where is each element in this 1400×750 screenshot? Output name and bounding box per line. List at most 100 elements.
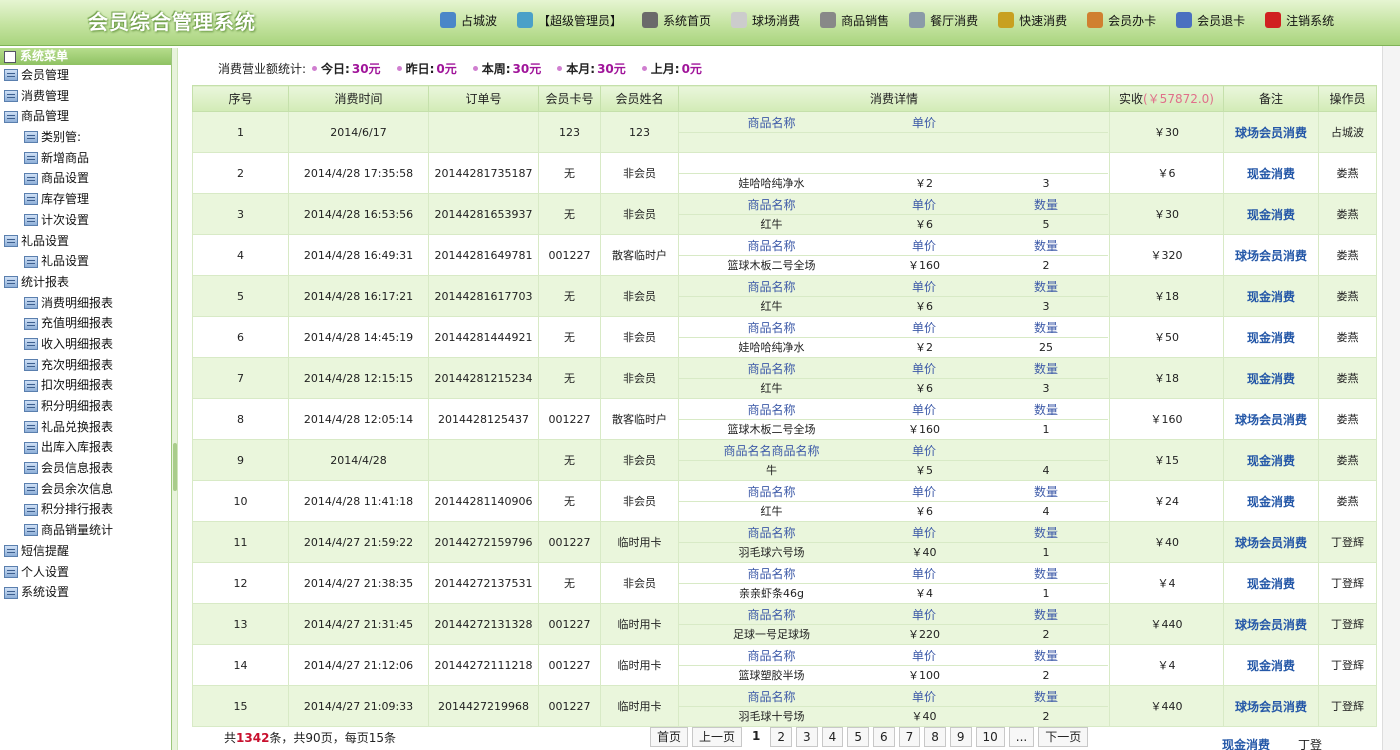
sidebar-item-4[interactable]: 新增商品 (0, 148, 171, 169)
cell-name: 非会员 (600, 357, 679, 399)
page-button[interactable]: 8 (924, 727, 946, 747)
page-button[interactable]: 首页 (650, 727, 689, 747)
nav-item-3[interactable]: 球场消费 (731, 12, 800, 29)
page-button[interactable]: 7 (898, 727, 921, 747)
cell-text: 20144272111218 (434, 658, 533, 672)
nav-item-0[interactable]: 占城波 (440, 12, 497, 29)
nav-item-4[interactable]: 商品销售 (820, 12, 889, 29)
cell-remark: 现金消费 (1223, 275, 1319, 317)
remark-link[interactable]: 现金消费 (1247, 577, 1295, 591)
page-button[interactable]: 4 (821, 727, 844, 747)
sidebar-item-7[interactable]: 计次设置 (0, 210, 171, 231)
sidebar-item-label: 计次设置 (41, 212, 90, 227)
remark-link[interactable]: 球场会员消费 (1235, 413, 1307, 427)
sidebar-splitter[interactable] (172, 48, 178, 750)
nav-item-1[interactable]: 【超级管理员】 (517, 12, 622, 29)
page-button[interactable]: 9 (949, 727, 972, 747)
sidebar-item-21[interactable]: 积分排行报表 (0, 499, 171, 520)
cell-operator: 娄燕 (1318, 398, 1377, 440)
nav-item-5[interactable]: 餐厅消费 (909, 12, 978, 29)
page-button[interactable]: 3 (796, 727, 818, 747)
cell-text: 9 (237, 453, 244, 467)
remark-link[interactable]: 现金消费 (1247, 454, 1295, 468)
sidebar-item-19[interactable]: 会员信息报表 (0, 458, 171, 479)
cell-text: 123 (559, 125, 580, 139)
cell-name: 非会员 (600, 193, 679, 235)
detail-header: 数量 (1033, 648, 1058, 663)
cell-text: 娄燕 (1336, 290, 1359, 303)
remark-link[interactable]: 球场会员消费 (1235, 700, 1307, 714)
sidebar-item-17[interactable]: 礼品兑换报表 (0, 417, 171, 438)
remark-link[interactable]: 球场会员消费 (1235, 249, 1307, 263)
cell-text: 2014/4/28 16:53:56 (303, 207, 414, 221)
page-button[interactable]: 2 (770, 727, 793, 747)
sidebar-item-9[interactable]: 礼品设置 (0, 251, 171, 272)
cell-text: 娄燕 (1336, 167, 1359, 180)
cell-text: 20144281735187 (434, 166, 533, 180)
sidebar-item-13[interactable]: 收入明细报表 (0, 334, 171, 355)
sidebar-item-18[interactable]: 出库入库报表 (0, 437, 171, 458)
folder-icon (24, 400, 38, 413)
sidebar-item-14[interactable]: 充次明细报表 (0, 355, 171, 376)
remark-link[interactable]: 现金消费 (1247, 495, 1295, 509)
sidebar-item-5[interactable]: 商品设置 (0, 168, 171, 189)
cell-text: 2014/4/27 21:31:45 (303, 617, 414, 631)
remark-link[interactable]: 球场会员消费 (1235, 536, 1307, 550)
cell-card: 无 (538, 275, 601, 317)
sidebar-item-24[interactable]: 个人设置 (0, 562, 171, 583)
remark-link[interactable]: 现金消费 (1247, 331, 1295, 345)
sidebar-item-22[interactable]: 商品销量统计 (0, 520, 171, 541)
cell-card: 无 (538, 152, 601, 194)
sidebar-item-12[interactable]: 充值明细报表 (0, 313, 171, 334)
sidebar-item-16[interactable]: 积分明细报表 (0, 396, 171, 417)
sidebar-item-25[interactable]: 系统设置 (0, 582, 171, 603)
page-button[interactable]: 6 (872, 727, 895, 747)
sidebar-item-0[interactable]: 会员管理 (0, 65, 171, 86)
sidebar-item-label: 会员信息报表 (41, 461, 114, 476)
sidebar-item-8[interactable]: 礼品设置 (0, 231, 171, 252)
cell-name: 临时用卡 (600, 644, 679, 686)
cell-remark: 现金消费 (1223, 316, 1319, 358)
remark-link[interactable]: 球场会员消费 (1235, 618, 1307, 632)
detail-header: 单价 (911, 402, 936, 417)
cell-text: 8 (237, 412, 244, 426)
remark-link[interactable]: 现金消费 (1247, 208, 1295, 222)
sidebar-item-11[interactable]: 消费明细报表 (0, 293, 171, 314)
splitter-handle[interactable] (173, 443, 177, 491)
sidebar-item-20[interactable]: 会员余次信息 (0, 479, 171, 500)
sidebar-item-3[interactable]: 类别管: (0, 127, 171, 148)
cell-time: 2014/4/28 16:17:21 (288, 275, 429, 317)
page-button[interactable]: 10 (975, 727, 1005, 747)
sidebar-item-10[interactable]: 统计报表 (0, 272, 171, 293)
nav-item-2[interactable]: 系统首页 (642, 12, 711, 29)
cell-text: 非会员 (623, 372, 656, 385)
nav-item-7[interactable]: 会员办卡 (1087, 12, 1156, 29)
sidebar-item-6[interactable]: 库存管理 (0, 189, 171, 210)
page-button[interactable]: 1 (746, 727, 766, 747)
nav-item-8[interactable]: 会员退卡 (1176, 12, 1245, 29)
nav-item-9[interactable]: 注销系统 (1265, 12, 1334, 29)
cell-text: 临时用卡 (617, 659, 662, 672)
overflow-remark[interactable]: 现金消费 (1222, 736, 1270, 750)
remark-link[interactable]: 现金消费 (1247, 659, 1295, 673)
cell-text: 123 (629, 125, 650, 139)
remark-link[interactable]: 球场会员消费 (1235, 126, 1307, 140)
sidebar-item-2[interactable]: 商品管理 (0, 106, 171, 127)
folder-icon (24, 152, 38, 165)
nav-item-6[interactable]: 快速消费 (998, 12, 1067, 29)
remark-link[interactable]: 现金消费 (1247, 167, 1295, 181)
remark-link[interactable]: 现金消费 (1247, 372, 1295, 386)
sidebar-item-15[interactable]: 扣次明细报表 (0, 375, 171, 396)
table-row: 5 2014/4/28 16:17:21 20144281617703 无 非会员 商品名… (192, 275, 1377, 317)
sidebar-item-23[interactable]: 短信提醒 (0, 541, 171, 562)
sidebar-item-1[interactable]: 消费管理 (0, 86, 171, 107)
page-button[interactable]: 5 (847, 727, 869, 747)
cell-operator: 丁登辉 (1318, 685, 1377, 727)
header-label: 操作员 (1329, 92, 1366, 106)
page-scrollbar[interactable] (1382, 46, 1400, 750)
cell-operator: 丁登辉 (1318, 521, 1377, 563)
folder-icon (24, 483, 38, 496)
sidebar-item-label: 礼品设置 (41, 254, 90, 269)
page-button[interactable]: 上一页 (692, 727, 743, 747)
remark-link[interactable]: 现金消费 (1247, 290, 1295, 304)
